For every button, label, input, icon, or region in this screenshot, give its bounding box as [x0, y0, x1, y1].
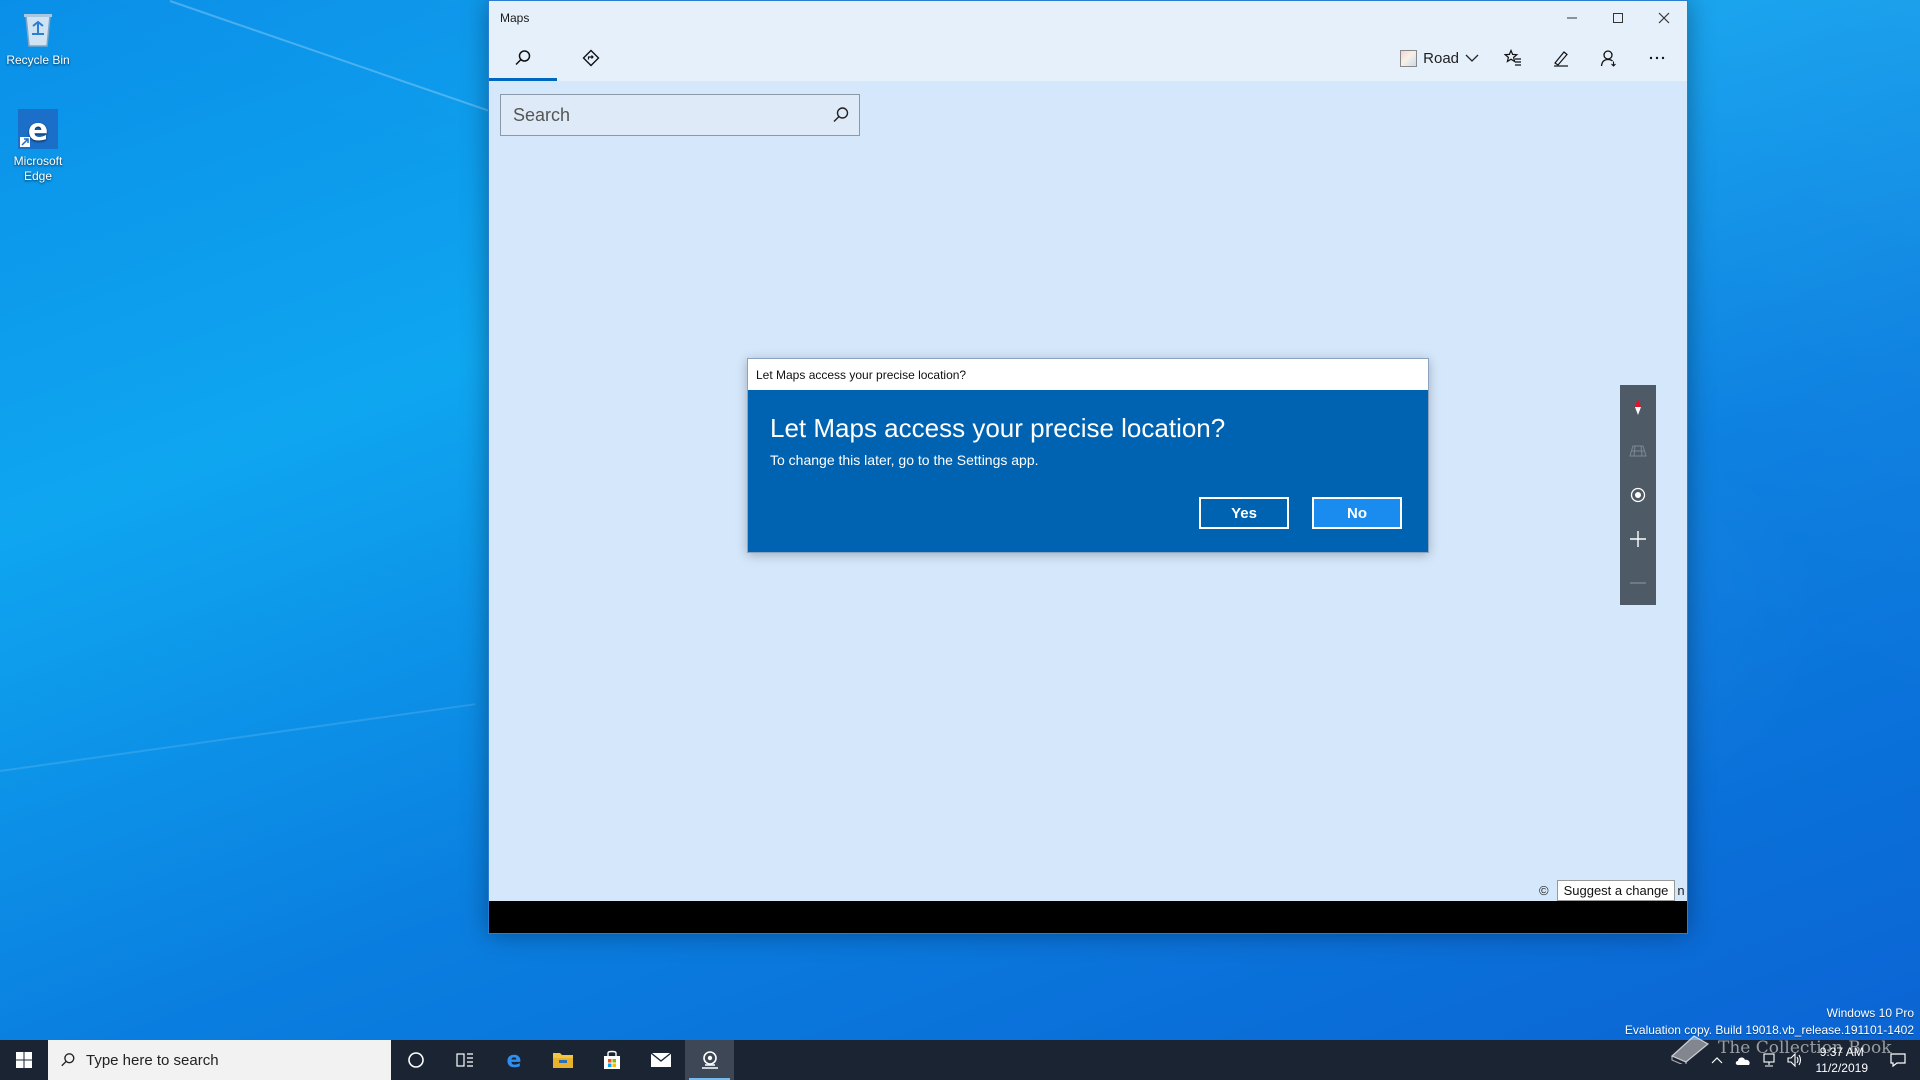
system-tray: 9:37 AM 11/2/2019	[1704, 1040, 1920, 1080]
compass-button[interactable]	[1620, 385, 1656, 429]
more-icon	[1649, 56, 1665, 60]
show-hidden-icons-button[interactable]	[1704, 1040, 1730, 1080]
map-style-label: Road	[1423, 49, 1459, 67]
ink-button[interactable]	[1537, 35, 1585, 81]
recycle-bin-label: Recycle Bin	[6, 53, 70, 67]
road-style-icon	[1400, 49, 1418, 67]
edge-label: Microsoft Edge	[13, 154, 63, 183]
action-center-button[interactable]	[1876, 1040, 1920, 1080]
ink-icon	[1554, 51, 1568, 67]
volume-icon	[1786, 1052, 1801, 1068]
network-icon	[1762, 1053, 1775, 1067]
edge-icon: e	[506, 1049, 521, 1071]
network-button[interactable]	[1756, 1040, 1782, 1080]
volume-button[interactable]	[1782, 1040, 1808, 1080]
onedrive-icon	[1735, 1057, 1750, 1065]
window-title: Maps	[500, 11, 530, 25]
tilt-button[interactable]	[1620, 429, 1656, 473]
window-titlebar[interactable]: Maps	[489, 1, 1687, 35]
clock-time: 9:37 AM	[1819, 1045, 1864, 1059]
clock-date: 11/2/2019	[1815, 1061, 1869, 1075]
yes-button[interactable]: Yes	[1199, 497, 1289, 529]
close-button[interactable]	[1641, 1, 1687, 35]
dialog-text: To change this later, go to the Settings…	[770, 452, 1039, 468]
store-icon	[603, 1050, 620, 1069]
map-style-dropdown[interactable]: Road	[1390, 35, 1489, 81]
windows-logo-icon	[16, 1052, 32, 1068]
search-box[interactable]	[500, 94, 860, 136]
recycle-bin-icon	[24, 14, 52, 47]
favorites-icon	[1504, 49, 1521, 66]
zoom-in-button[interactable]	[1620, 517, 1656, 561]
maps-icon	[701, 1051, 718, 1069]
desktop-icon-recycle-bin[interactable]: Recycle Bin	[0, 6, 76, 68]
window-bottom-bar	[489, 901, 1687, 933]
zoom-out-button[interactable]	[1620, 561, 1656, 605]
maximize-button[interactable]	[1595, 1, 1641, 35]
close-icon	[1658, 12, 1670, 24]
dialog-titlebar[interactable]: Let Maps access your precise location?	[748, 359, 1428, 390]
search-icon	[61, 1053, 75, 1067]
account-button[interactable]	[1585, 35, 1633, 81]
taskbar-edge[interactable]: e	[489, 1040, 538, 1080]
directions-icon	[582, 49, 600, 67]
taskbar-search-box[interactable]: Type here to search	[48, 1040, 391, 1080]
start-button[interactable]	[0, 1040, 48, 1080]
task-view-icon	[455, 1053, 473, 1067]
map-footer: © Suggest a change n	[1539, 879, 1685, 901]
tilt-icon	[1629, 445, 1647, 457]
search-icon	[515, 50, 531, 66]
taskbar-search-placeholder: Type here to search	[86, 1051, 219, 1069]
minimize-icon	[1567, 17, 1577, 19]
tab-directions[interactable]	[557, 35, 625, 81]
zoom-in-icon	[1630, 531, 1646, 547]
search-submit-button[interactable]	[823, 106, 859, 124]
favorites-button[interactable]	[1489, 35, 1537, 81]
taskbar: Type here to search e 9:37 AM 11/2/2019	[0, 1040, 1920, 1080]
taskbar-store[interactable]	[587, 1040, 636, 1080]
dialog-title: Let Maps access your precise location?	[756, 367, 967, 382]
no-button[interactable]: No	[1312, 497, 1402, 529]
onedrive-button[interactable]	[1730, 1040, 1756, 1080]
dialog-heading: Let Maps access your precise location?	[770, 413, 1226, 443]
svg-text:e: e	[506, 1049, 521, 1071]
my-location-button[interactable]	[1620, 473, 1656, 517]
minimize-button[interactable]	[1549, 1, 1595, 35]
file-explorer-icon	[552, 1053, 573, 1068]
chevron-down-icon	[1465, 54, 1479, 62]
location-permission-dialog: Let Maps access your precise location? L…	[747, 358, 1429, 553]
account-icon	[1600, 50, 1616, 67]
taskbar-maps[interactable]	[685, 1040, 734, 1080]
tab-search[interactable]	[489, 35, 557, 81]
wallpaper-ray	[0, 703, 476, 772]
map-controls	[1620, 385, 1656, 605]
taskbar-clock[interactable]: 9:37 AM 11/2/2019	[1808, 1044, 1877, 1076]
footer-suffix: n	[1677, 882, 1685, 898]
windows-watermark: Windows 10 Pro Evaluation copy. Build 19…	[1625, 1005, 1914, 1039]
svg-text:e: e	[28, 113, 48, 148]
cortana-icon	[407, 1052, 424, 1068]
copyright-text: ©	[1539, 882, 1549, 898]
dialog-body: Let Maps access your precise location? T…	[748, 390, 1428, 552]
cortana-button[interactable]	[391, 1040, 440, 1080]
mail-icon	[650, 1052, 671, 1067]
task-view-button[interactable]	[440, 1040, 489, 1080]
maps-toolbar: Road	[489, 35, 1687, 81]
my-location-icon	[1630, 487, 1646, 503]
search-input[interactable]	[501, 95, 823, 135]
watermark-edition: Windows 10 Pro	[1826, 1006, 1914, 1020]
desktop-icon-edge[interactable]: e Microsoft Edge	[0, 107, 76, 184]
notification-icon	[1890, 1053, 1906, 1068]
taskbar-mail[interactable]	[636, 1040, 685, 1080]
watermark-build: Evaluation copy. Build 19018.vb_release.…	[1624, 1023, 1914, 1037]
maximize-icon	[1613, 13, 1623, 23]
more-button[interactable]	[1633, 35, 1681, 81]
search-icon	[833, 107, 849, 122]
suggest-change-button[interactable]: Suggest a change	[1556, 879, 1676, 901]
edge-icon: e	[18, 109, 58, 149]
taskbar-file-explorer[interactable]	[538, 1040, 587, 1080]
compass-icon	[1635, 399, 1641, 415]
zoom-out-icon	[1630, 582, 1646, 584]
chevron-up-icon	[1711, 1057, 1722, 1064]
